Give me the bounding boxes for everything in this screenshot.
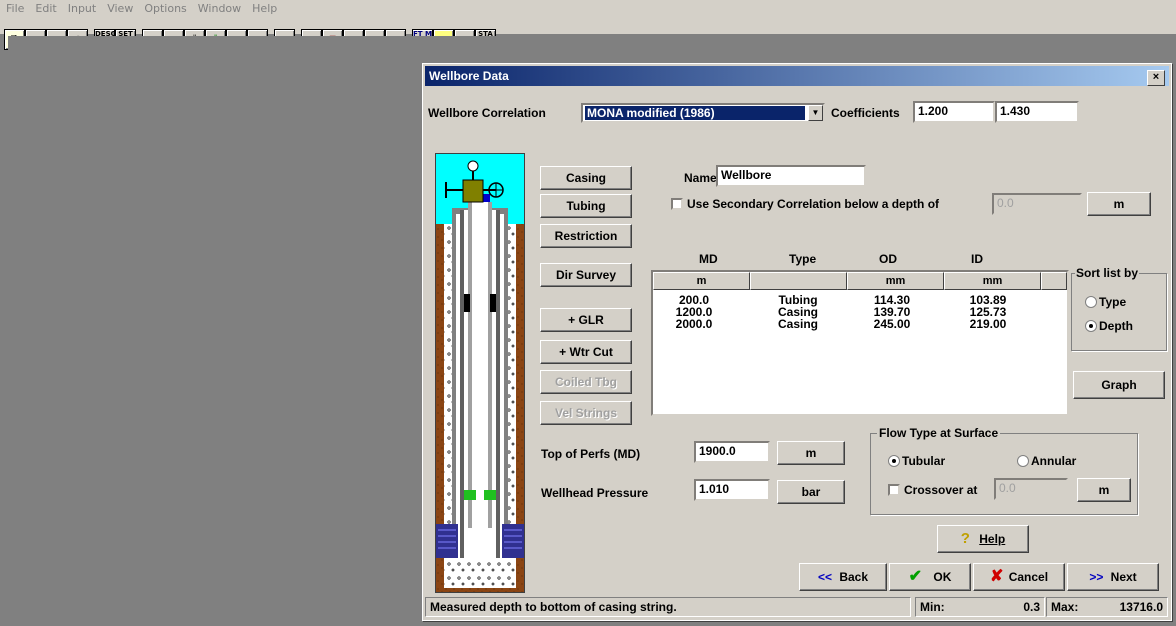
crossover-label: Crossover at — [904, 483, 978, 497]
tubing-button[interactable]: Tubing — [540, 194, 632, 218]
menu-help[interactable]: Help — [246, 0, 282, 15]
cancel-button[interactable]: ✘ Cancel — [973, 563, 1065, 591]
crossover-unit-button[interactable]: m — [1077, 478, 1131, 502]
flow-type-group — [870, 433, 1138, 515]
unit-od-header[interactable]: mm — [847, 272, 944, 290]
flow-type-title: Flow Type at Surface — [877, 426, 1001, 440]
add-glr-button[interactable]: + GLR — [540, 308, 632, 332]
correlation-value: MONA modified (1986) — [585, 106, 805, 120]
perfs-label: Top of Perfs (MD) — [541, 447, 641, 461]
graph-button[interactable]: Graph — [1073, 371, 1165, 399]
whp-field[interactable]: 1.010 — [694, 479, 770, 501]
next-icon: >> — [1089, 570, 1104, 584]
name-label: Name — [684, 171, 717, 185]
wellbore-table[interactable]: m mm mm 200.0 Tubing 114.30 103.89 1200.… — [651, 270, 1069, 416]
unit-extra-header[interactable] — [1041, 272, 1067, 290]
casing-button[interactable]: Casing — [540, 166, 632, 190]
sort-type-radio[interactable] — [1085, 296, 1097, 308]
table-row[interactable]: 2000.0 Casing 245.00 219.00 — [653, 318, 1053, 330]
menu-window[interactable]: Window — [192, 0, 246, 15]
chevron-down-icon[interactable]: ▼ — [808, 105, 823, 121]
cell-id: 219.00 — [969, 317, 1007, 331]
sort-type-label: Type — [1099, 295, 1127, 309]
correlation-label: Wellbore Correlation — [428, 106, 546, 120]
cell-type: Casing — [777, 317, 818, 331]
correlation-select[interactable]: MONA modified (1986) ▼ — [581, 103, 825, 123]
perfs-field[interactable]: 1900.0 — [694, 441, 770, 463]
name-field[interactable]: Wellbore — [716, 165, 866, 187]
add-wtr-cut-button[interactable]: + Wtr Cut — [540, 340, 632, 364]
menu-options[interactable]: Options — [138, 0, 191, 15]
col-type-header: Type — [789, 252, 817, 266]
coefficient-2-field[interactable]: 1.430 — [995, 101, 1079, 123]
status-message: Measured depth to bottom of casing strin… — [425, 597, 911, 617]
dialog-title: Wellbore Data × — [425, 66, 1169, 86]
menu-view[interactable]: View — [101, 0, 138, 15]
restriction-button[interactable]: Restriction — [540, 224, 632, 248]
back-button[interactable]: << Back — [799, 563, 887, 591]
cell-od: 245.00 — [873, 317, 911, 331]
annular-label: Annular — [1031, 454, 1077, 468]
menu-input[interactable]: Input — [62, 0, 101, 15]
ok-button[interactable]: ✔ OK — [889, 563, 971, 591]
help-icon: ? — [960, 530, 970, 547]
sort-group — [1071, 273, 1167, 351]
toolbar: 🗋 📂 ▣ ⎙ DESC SET UP ◆ ≡ ║ ╫ ┳ ▲ ☒ ✎ ❐ ⌕ … — [0, 20, 1176, 50]
check-icon: ✔ — [908, 568, 923, 585]
sort-depth-radio[interactable] — [1085, 320, 1097, 332]
coiled-tbg-button[interactable]: Coiled Tbg — [540, 370, 632, 394]
annular-radio[interactable] — [1017, 455, 1029, 467]
cell-md: 2000.0 — [675, 317, 713, 331]
help-button[interactable]: ? Help — [937, 525, 1029, 553]
perfs-unit-button[interactable]: m — [777, 441, 845, 465]
secondary-unit-button[interactable]: m — [1087, 192, 1151, 216]
whp-label: Wellhead Pressure — [541, 486, 649, 500]
unit-md-header[interactable]: m — [653, 272, 750, 290]
dir-survey-button[interactable]: Dir Survey — [540, 263, 632, 287]
unit-id-header[interactable]: mm — [944, 272, 1041, 290]
tubular-label: Tubular — [902, 454, 946, 468]
close-icon[interactable]: × — [1147, 70, 1165, 86]
menu-bar: File Edit Input View Options Window Help — [0, 0, 1176, 20]
secondary-depth-field[interactable]: 0.0 — [992, 193, 1082, 215]
col-od-header: OD — [879, 252, 897, 266]
whp-unit-button[interactable]: bar — [777, 480, 845, 504]
menu-file[interactable]: File — [0, 0, 29, 15]
sort-depth-label: Depth — [1099, 319, 1133, 333]
back-icon: << — [817, 570, 832, 584]
coefficient-1-field[interactable]: 1.200 — [913, 101, 995, 123]
status-min: Min: 0.3 — [915, 597, 1045, 617]
crossover-field[interactable]: 0.0 — [994, 478, 1068, 500]
vel-strings-button[interactable]: Vel Strings — [540, 401, 632, 425]
status-max: Max: 13716.0 — [1046, 597, 1168, 617]
tubular-radio[interactable] — [888, 455, 900, 467]
wellbore-schematic — [435, 153, 525, 593]
secondary-correlation-checkbox[interactable] — [671, 198, 683, 210]
coefficients-label: Coefficients — [831, 106, 900, 120]
secondary-correlation-label: Use Secondary Correlation below a depth … — [687, 197, 940, 211]
col-md-header: MD — [699, 252, 718, 266]
crossover-checkbox[interactable] — [888, 484, 900, 496]
status-bar: Measured depth to bottom of casing strin… — [425, 597, 1169, 618]
next-button[interactable]: >> Next — [1067, 563, 1159, 591]
unit-type-header[interactable] — [750, 272, 847, 290]
sort-group-title: Sort list by — [1075, 266, 1140, 280]
cancel-icon: ✘ — [989, 568, 1004, 585]
col-id-header: ID — [971, 252, 983, 266]
menu-edit[interactable]: Edit — [29, 0, 61, 15]
wellbore-data-dialog: Wellbore Data × Wellbore Correlation MON… — [422, 63, 1172, 621]
